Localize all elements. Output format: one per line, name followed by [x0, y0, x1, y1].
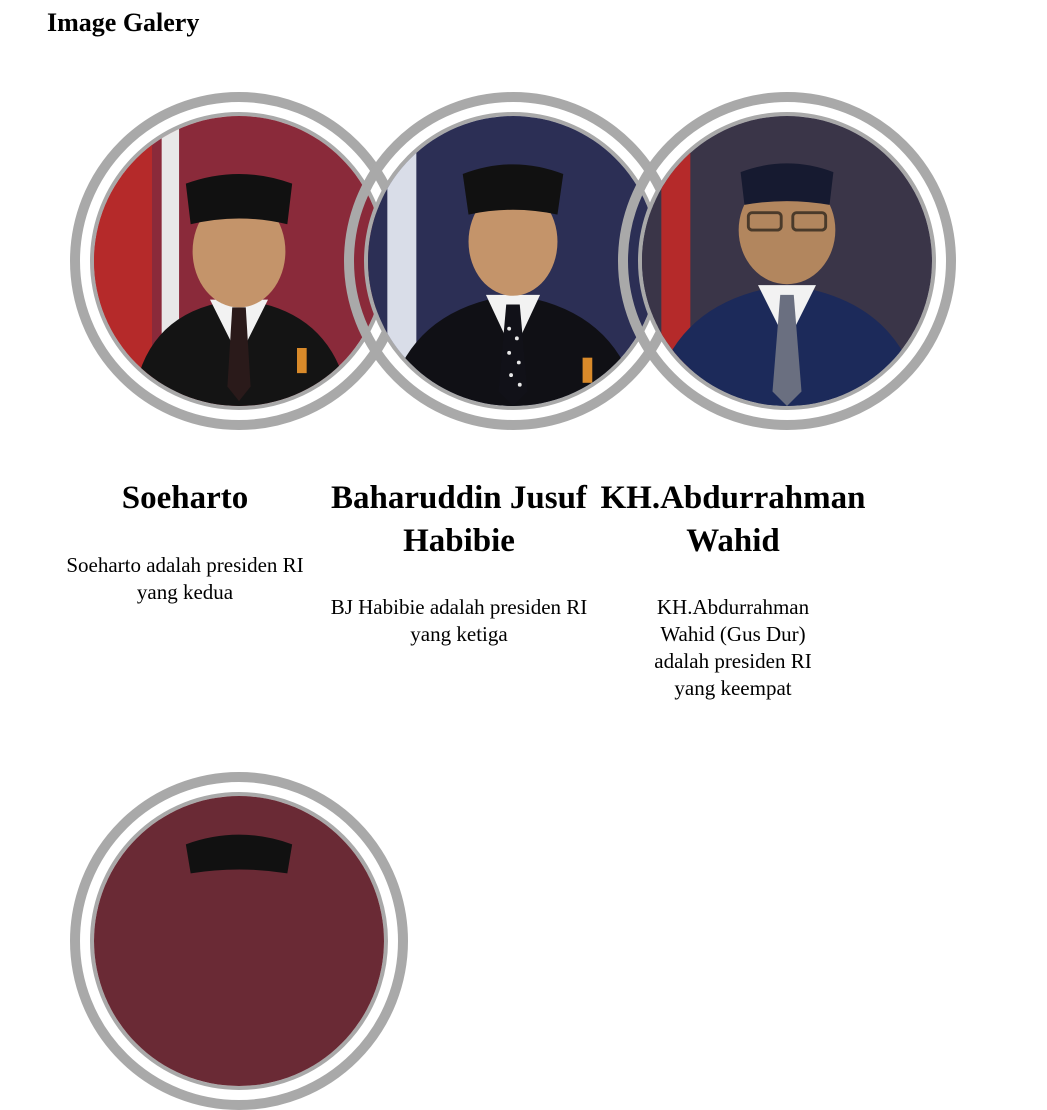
person-name: Soeharto [121, 480, 249, 516]
person-name: Baharuddin Jusuf Habibie [331, 480, 587, 559]
person-description: KH.Abdurrahman Wahid (Gus Dur) adalah pr… [654, 595, 812, 700]
photo-frame [618, 92, 956, 430]
page-title: Image Galery [47, 8, 200, 37]
portrait-next-icon[interactable] [90, 792, 388, 1090]
person-name: KH.Abdurrahman Wahid [600, 480, 866, 559]
person-description: BJ Habibie adalah presiden RI yang ketig… [330, 595, 588, 646]
portrait-gus-dur-icon[interactable] [638, 112, 936, 410]
photo-frame [70, 772, 408, 1110]
person-description: Soeharto adalah presiden RI yang kedua [66, 553, 304, 604]
